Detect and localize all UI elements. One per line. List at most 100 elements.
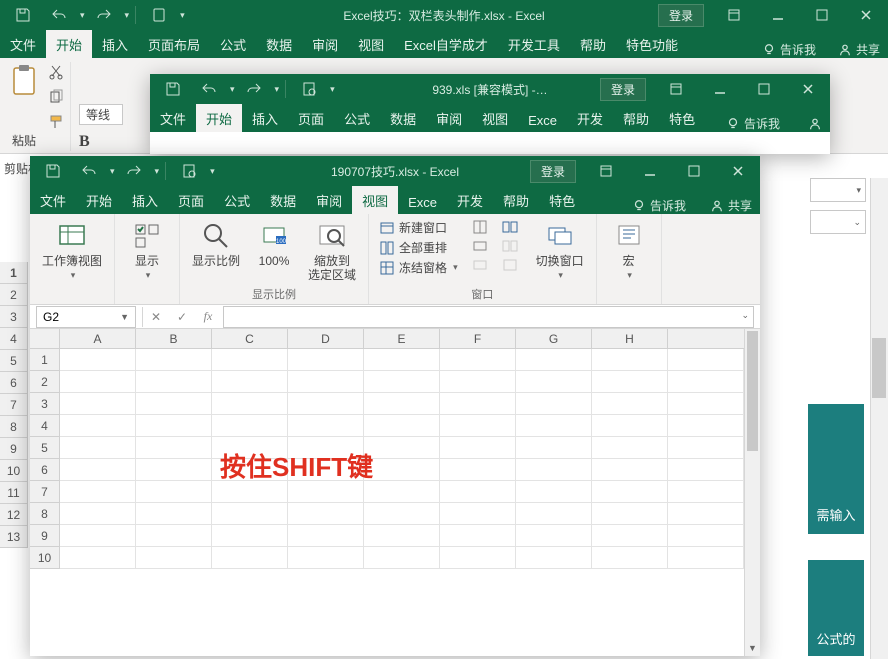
cell[interactable] xyxy=(592,503,668,525)
bold-button[interactable]: B xyxy=(79,133,123,151)
tab-formulas[interactable]: 公式 xyxy=(334,104,380,132)
cell[interactable] xyxy=(668,371,744,393)
cell[interactable] xyxy=(212,371,288,393)
enter-formula-icon[interactable]: ✓ xyxy=(169,310,195,324)
tab-home[interactable]: 开始 xyxy=(196,104,242,132)
cell[interactable] xyxy=(60,481,136,503)
cell[interactable] xyxy=(136,349,212,371)
rowhead[interactable]: 13 xyxy=(0,526,28,548)
cell[interactable] xyxy=(136,415,212,437)
qat-more-caret[interactable]: ▾ xyxy=(330,84,335,95)
tab-help[interactable]: 帮助 xyxy=(570,30,616,58)
rowhead[interactable]: 5 xyxy=(0,350,28,372)
tab-exce[interactable]: Exce xyxy=(398,190,447,214)
redo-caret[interactable]: ▾ xyxy=(155,166,160,177)
share-icon[interactable] xyxy=(710,199,724,213)
colhead[interactable]: C xyxy=(212,329,288,348)
rowhead[interactable]: 4 xyxy=(0,328,28,350)
cell[interactable] xyxy=(592,525,668,547)
tell-me-1[interactable]: 告诉我 xyxy=(780,41,816,58)
rowhead[interactable]: 8 xyxy=(0,416,28,438)
rowhead[interactable]: 3 xyxy=(0,306,28,328)
cell[interactable] xyxy=(592,459,668,481)
cell[interactable] xyxy=(440,547,516,569)
cut-icon[interactable] xyxy=(48,64,64,83)
cell[interactable] xyxy=(60,371,136,393)
zoom-100-button[interactable]: 100 100% xyxy=(250,218,298,270)
cell[interactable] xyxy=(288,481,364,503)
cell[interactable] xyxy=(668,349,744,371)
rowhead[interactable]: 8 xyxy=(30,503,60,525)
new-window-button[interactable]: 新建窗口 xyxy=(377,218,460,237)
unhide-button[interactable] xyxy=(470,256,490,274)
ribbon-options-icon[interactable] xyxy=(654,74,698,104)
maximize-icon[interactable] xyxy=(800,0,844,30)
cell[interactable] xyxy=(364,349,440,371)
select-all-corner[interactable] xyxy=(30,329,60,348)
cell[interactable] xyxy=(288,415,364,437)
undo-icon[interactable] xyxy=(42,0,76,30)
rowhead[interactable]: 10 xyxy=(0,460,28,482)
rowhead[interactable]: 9 xyxy=(0,438,28,460)
undo-icon[interactable] xyxy=(192,74,226,104)
redo-icon[interactable] xyxy=(117,156,151,186)
tab-special[interactable]: 特色 xyxy=(539,186,585,214)
switch-windows-button[interactable]: 切换窗口 ▾ xyxy=(532,218,588,283)
cell[interactable] xyxy=(212,415,288,437)
split-button[interactable] xyxy=(470,218,490,236)
scroll-down-icon[interactable]: ▼ xyxy=(745,640,760,656)
tab-insert[interactable]: 插入 xyxy=(92,30,138,58)
tab-data[interactable]: 数据 xyxy=(260,186,306,214)
cell[interactable] xyxy=(592,393,668,415)
show-button[interactable]: 显示 ▾ xyxy=(123,218,171,283)
preview-icon[interactable] xyxy=(292,74,326,104)
share-button-1[interactable]: 共享 xyxy=(856,41,880,58)
hide-button[interactable] xyxy=(470,237,490,255)
cell[interactable] xyxy=(440,393,516,415)
qat-more-caret[interactable]: ▾ xyxy=(180,10,185,21)
rowhead[interactable]: 7 xyxy=(30,481,60,503)
redo-icon[interactable] xyxy=(237,74,271,104)
paste-button[interactable]: 粘贴 xyxy=(6,62,42,151)
rowhead[interactable]: 12 xyxy=(0,504,28,526)
colhead[interactable]: F xyxy=(440,329,516,348)
tab-dev[interactable]: 开发 xyxy=(567,104,613,132)
rowhead[interactable]: 2 xyxy=(30,371,60,393)
font-name-selector[interactable]: 等线 xyxy=(79,104,123,125)
workbook-views-button[interactable]: 工作簿视图 ▾ xyxy=(38,218,106,283)
cell[interactable] xyxy=(288,349,364,371)
tab-formulas[interactable]: 公式 xyxy=(210,30,256,58)
view-side-button[interactable] xyxy=(500,218,520,236)
rowhead[interactable]: 9 xyxy=(30,525,60,547)
tab-file[interactable]: 文件 xyxy=(150,104,196,132)
cell[interactable] xyxy=(440,349,516,371)
vertical-scrollbar[interactable]: ▲ ▼ xyxy=(744,329,760,656)
tab-view[interactable]: 视图 xyxy=(348,30,394,58)
cell[interactable] xyxy=(364,437,440,459)
cell[interactable] xyxy=(668,481,744,503)
qat-more-caret[interactable]: ▾ xyxy=(210,166,215,177)
fx-icon[interactable]: fx xyxy=(195,309,221,324)
close-icon[interactable] xyxy=(786,74,830,104)
colhead[interactable]: H xyxy=(592,329,668,348)
cell[interactable] xyxy=(60,349,136,371)
cell[interactable] xyxy=(364,393,440,415)
save-icon[interactable] xyxy=(156,74,190,104)
share-icon[interactable] xyxy=(808,117,822,131)
back-fbar-caret[interactable]: ▾ xyxy=(856,185,861,196)
tab-special[interactable]: 特色 xyxy=(659,104,705,132)
cell[interactable] xyxy=(516,525,592,547)
cell[interactable] xyxy=(136,547,212,569)
name-box[interactable]: G2 ▼ xyxy=(36,306,136,328)
colhead[interactable]: E xyxy=(364,329,440,348)
cell[interactable] xyxy=(288,525,364,547)
rowhead[interactable]: 6 xyxy=(30,459,60,481)
cell[interactable] xyxy=(668,547,744,569)
cell[interactable] xyxy=(668,415,744,437)
cell[interactable] xyxy=(516,547,592,569)
cell[interactable] xyxy=(668,503,744,525)
cell[interactable] xyxy=(516,481,592,503)
redo-icon[interactable] xyxy=(87,0,121,30)
cell[interactable] xyxy=(440,459,516,481)
arrange-all-button[interactable]: 全部重排 xyxy=(377,238,460,257)
